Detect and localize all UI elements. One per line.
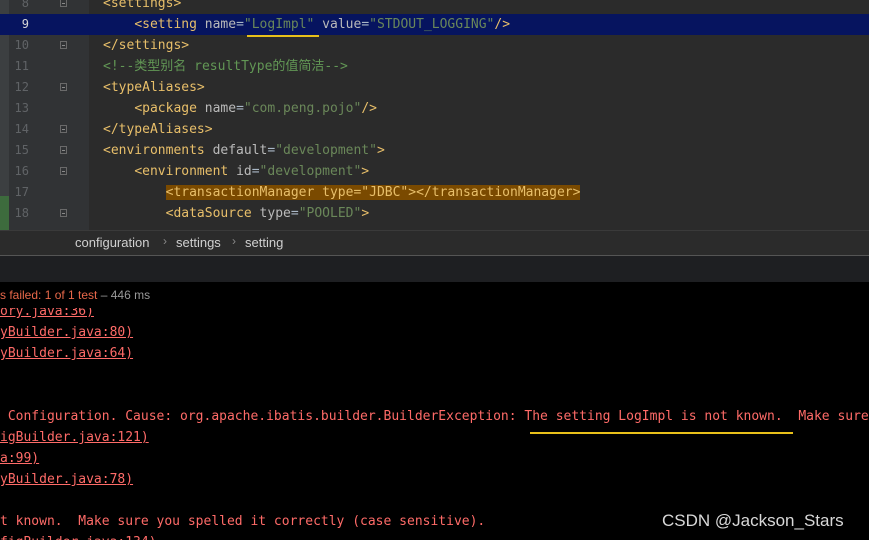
code-text: <environment id="development"> [134, 164, 370, 179]
code-text: <environments default="development"> [103, 143, 385, 158]
breadcrumb-setting[interactable]: setting [245, 235, 283, 250]
code-text: <dataSource type="POOLED"> [165, 206, 370, 221]
breadcrumb-configuration[interactable]: configuration [75, 235, 149, 250]
fold-icon[interactable] [60, 125, 67, 133]
code-text: <settings> [103, 0, 182, 11]
breadcrumb: configuration › settings › setting [0, 230, 869, 255]
breadcrumb-settings[interactable]: settings [176, 235, 221, 250]
stacktrace-link[interactable]: igBuilder.java:121) [0, 427, 149, 448]
line-number: 9 [21, 17, 29, 31]
line-number: 13 [14, 101, 29, 115]
highlight-underline [247, 35, 319, 37]
line-number: 18 [14, 206, 29, 220]
code-line[interactable]: 13 <package name="com.peng.pojo"/> [0, 98, 869, 119]
code-text: <typeAliases> [103, 80, 205, 95]
line-number: 15 [14, 143, 29, 157]
code-text: </settings> [103, 38, 190, 53]
console-line: t known. Make sure you spelled it correc… [0, 514, 486, 529]
code-line[interactable]: 15 <environments default="development"> [0, 140, 869, 161]
line-number: 16 [14, 164, 29, 178]
code-line[interactable]: 16 <environment id="development"> [0, 161, 869, 182]
fold-icon[interactable] [60, 167, 67, 175]
error-underline [530, 432, 793, 434]
code-text: </typeAliases> [103, 122, 213, 137]
console-output[interactable]: ory.java:36) yBuilder.java:80) yBuilder.ja… [0, 308, 869, 540]
console-line: Configuration. Cause: org.apache.ibatis.… [0, 409, 869, 424]
code-text: <!--类型别名 resultType的值简洁--> [103, 59, 348, 74]
line-number: 8 [21, 0, 29, 10]
line-number: 14 [14, 122, 29, 136]
code-line[interactable]: 11 <!--类型别名 resultType的值简洁--> [0, 56, 869, 77]
code-line[interactable]: 17 <transactionManager type="JDBC"></tra… [0, 182, 869, 203]
breadcrumb-separator: › [163, 234, 167, 248]
code-line[interactable]: 10 </settings> [0, 35, 869, 56]
line-number: 12 [14, 80, 29, 94]
code-editor[interactable]: 8 <settings> 9 <setting name="LogImpl" val… [0, 0, 869, 230]
code-line[interactable]: 12 <typeAliases> [0, 77, 869, 98]
line-number: 10 [14, 38, 29, 52]
fold-icon[interactable] [60, 83, 67, 91]
fold-icon[interactable] [60, 146, 67, 154]
watermark: CSDN @Jackson_Stars [662, 511, 844, 530]
code-line[interactable]: 18 <dataSource type="POOLED"> [0, 203, 869, 224]
fold-icon[interactable] [60, 41, 67, 49]
stacktrace-link[interactable]: yBuilder.java:78) [0, 469, 133, 490]
stacktrace-link[interactable]: a:99) [0, 448, 39, 469]
code-text: <package name="com.peng.pojo"/> [134, 101, 377, 116]
stacktrace-link[interactable]: yBuilder.java:80) [0, 322, 133, 343]
test-status-bar: s failed: 1 of 1 test – 446 ms [0, 282, 869, 309]
line-number: 11 [14, 59, 29, 73]
line-number: 17 [14, 185, 29, 199]
test-duration: – 446 ms [97, 288, 151, 302]
code-line[interactable]: 14 </typeAliases> [0, 119, 869, 140]
code-line[interactable]: 8 <settings> [0, 0, 869, 14]
code-text: <transactionManager type="JDBC"></transa… [165, 185, 581, 200]
breadcrumb-separator: › [232, 234, 236, 248]
stacktrace-link[interactable]: ory.java:36) [0, 308, 94, 322]
fold-icon[interactable] [60, 0, 67, 7]
code-line[interactable]: 9 <setting name="LogImpl" value="STDOUT_… [0, 14, 869, 35]
stacktrace-link[interactable]: yBuilder.java:64) [0, 343, 133, 364]
panel-divider [0, 255, 869, 282]
test-status-text: s failed: 1 of 1 test [0, 288, 98, 302]
code-text: <setting name="LogImpl" value="STDOUT_LO… [134, 17, 511, 32]
fold-icon[interactable] [60, 209, 67, 217]
stacktrace-link[interactable]: figBuilder.java:134) [0, 532, 157, 540]
